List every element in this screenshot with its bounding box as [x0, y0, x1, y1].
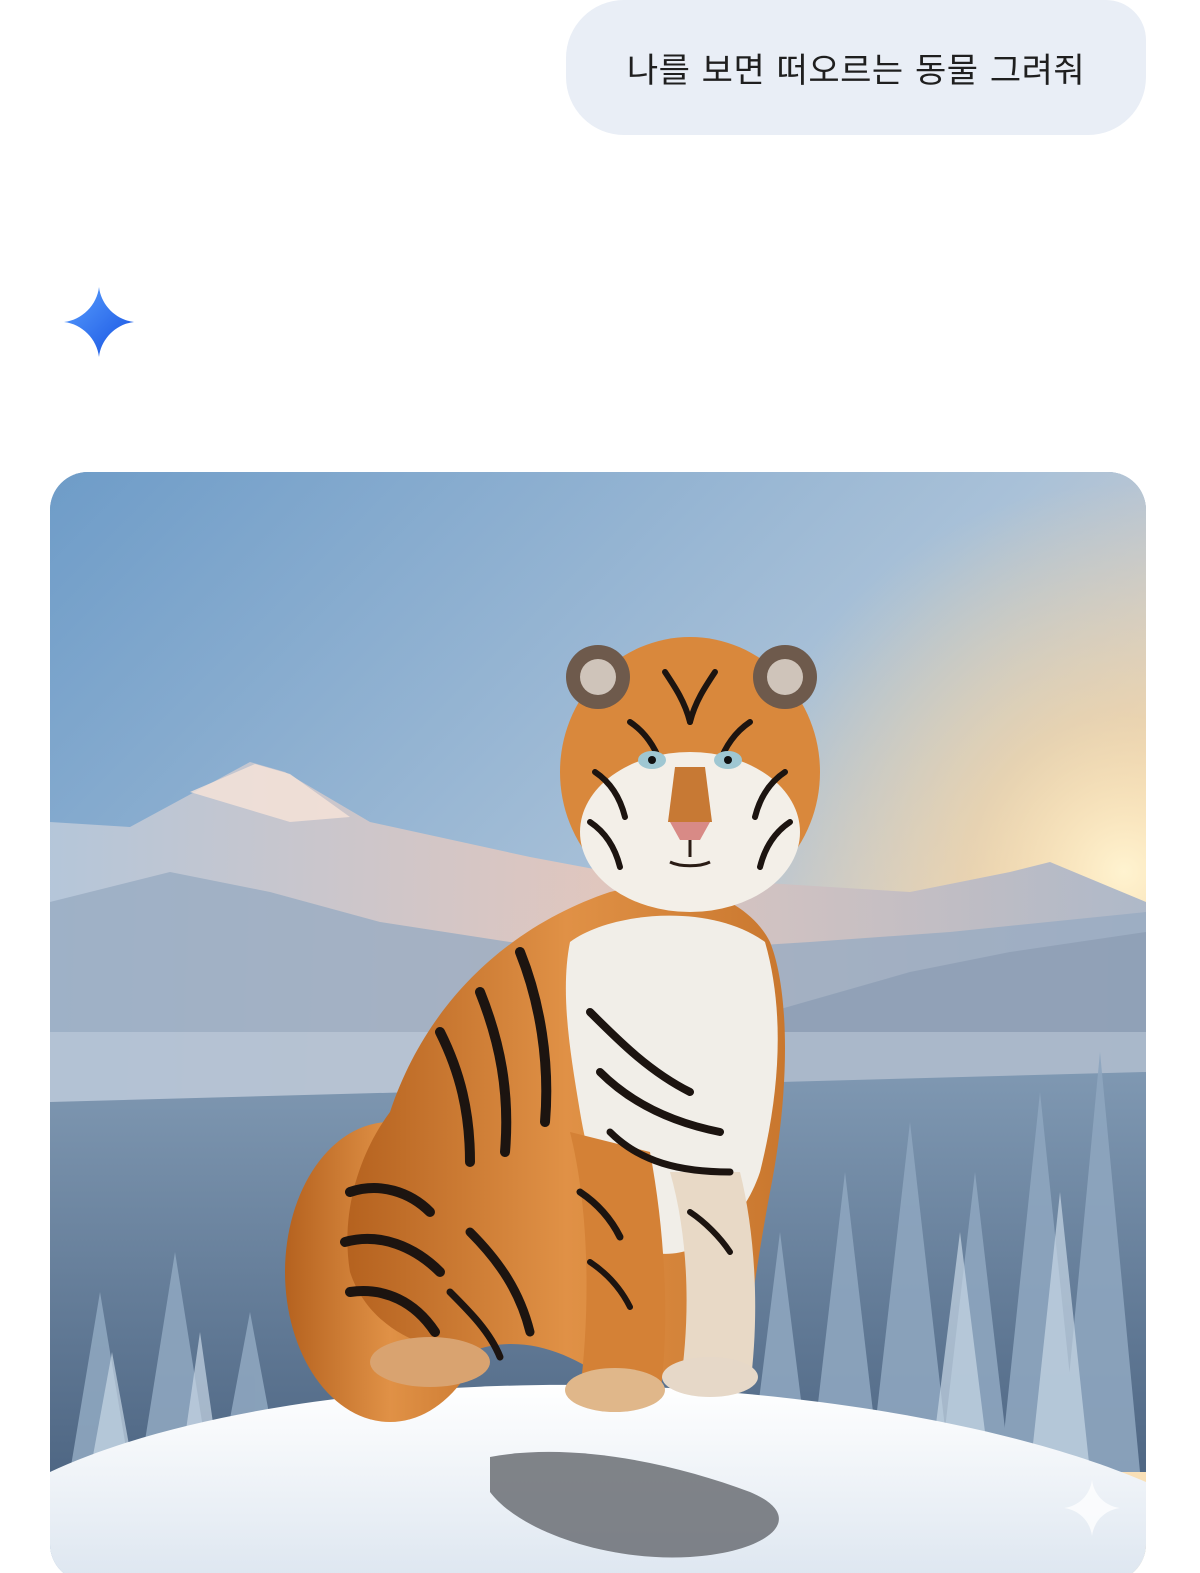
user-message-bubble: 나를 보면 떠오르는 동물 그려줘 [566, 0, 1146, 135]
gemini-sparkle-icon [64, 287, 134, 357]
generated-image[interactable] [50, 472, 1146, 1573]
tiger-image [50, 472, 1146, 1573]
user-message-text: 나를 보면 떠오르는 동물 그려줘 [626, 51, 1086, 91]
sparkle-watermark-icon [1064, 1480, 1120, 1536]
chat-page: 나를 보면 떠오르는 동물 그려줘 [0, 0, 1200, 1573]
